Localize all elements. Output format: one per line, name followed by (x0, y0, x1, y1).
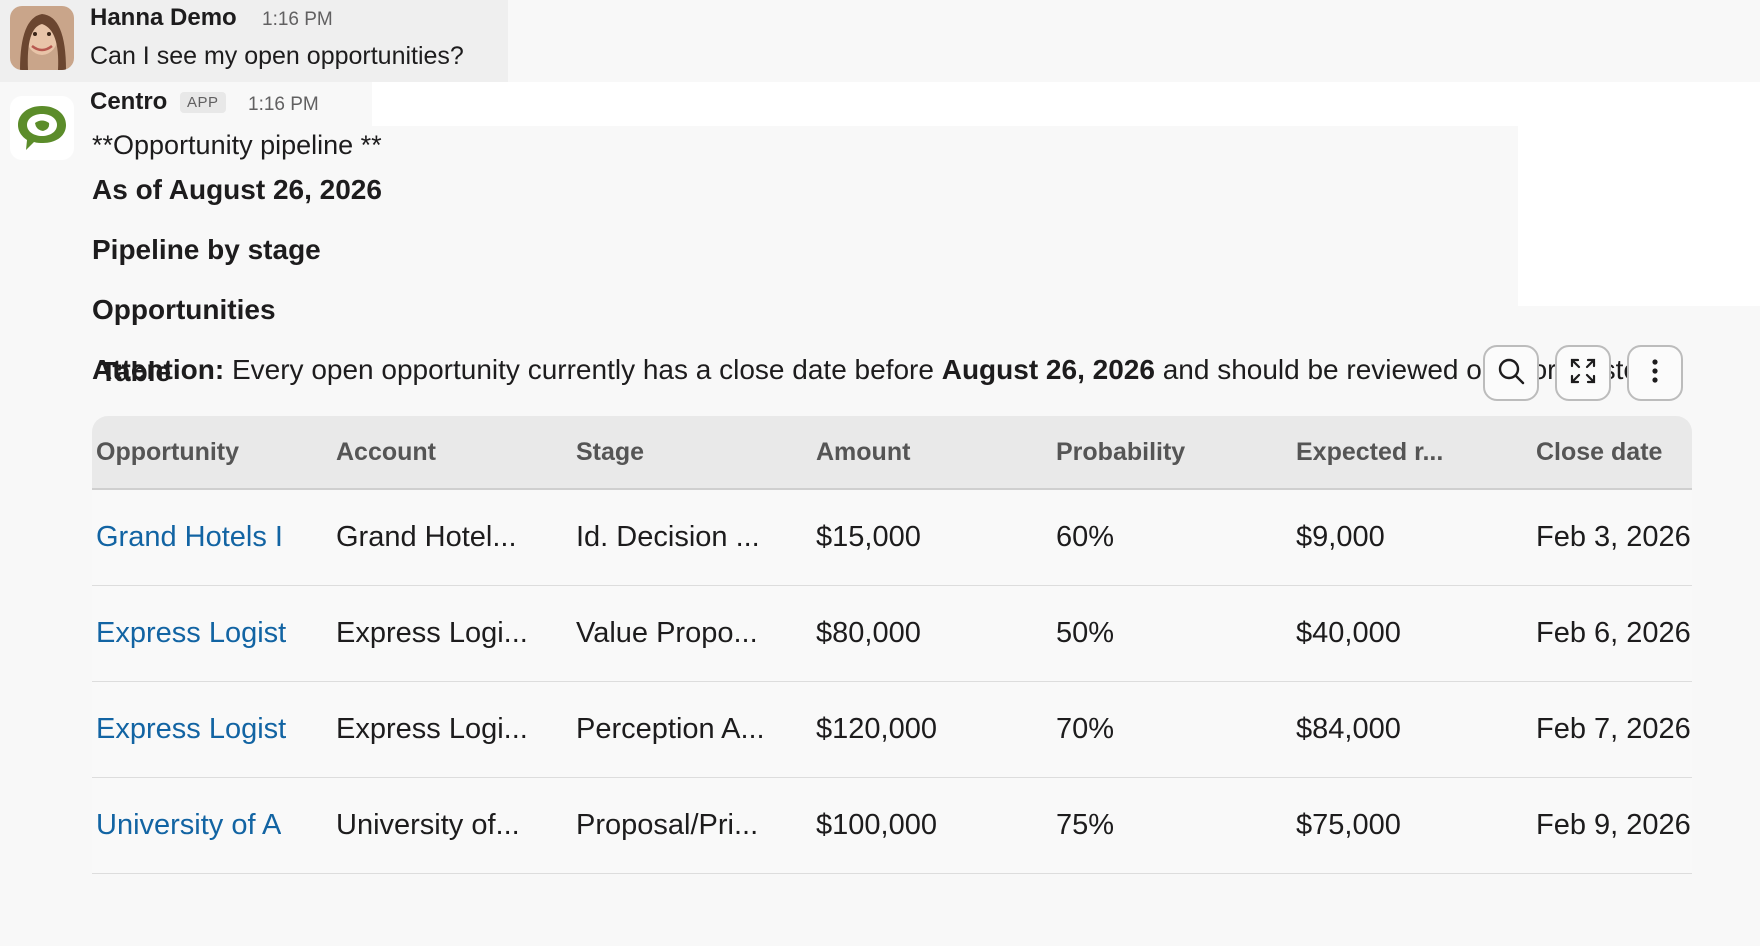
probability-cell: 75% (1056, 809, 1115, 841)
opportunity-link[interactable]: Express Logisti (96, 713, 286, 746)
table-row: Grand Hotels I Grand Hotel... Id. Decisi… (92, 490, 1692, 586)
table-title: Table (100, 356, 172, 387)
attention-note: Attention: Every open opportunity curren… (92, 354, 1662, 386)
heading-raw: **Opportunity pipeline ** (92, 130, 382, 160)
close-date-cell: Feb 9, 2026 (1536, 809, 1691, 841)
probability-cell: 60% (1056, 521, 1115, 553)
account-cell: Express Logi... (336, 713, 528, 745)
stage-cell: Perception A... (576, 713, 765, 745)
app-badge: APP (180, 92, 226, 113)
opportunity-link[interactable]: Express Logisti (96, 617, 286, 650)
close-date-cell: Feb 6, 2026 (1536, 617, 1691, 649)
account-cell: Grand Hotel... (336, 521, 517, 553)
table-row: Express Logisti Express Logi... Value Pr… (92, 586, 1692, 682)
opportunity-link[interactable]: University of A (96, 809, 281, 842)
opportunity-link[interactable]: Grand Hotels I (96, 521, 283, 554)
close-date-cell: Feb 7, 2026 (1536, 713, 1691, 745)
column-header-amount[interactable]: Amount (812, 438, 1052, 467)
attention-text-1: Every open opportunity currently has a c… (224, 354, 942, 385)
table-row: Express Logisti Express Logi... Percepti… (92, 682, 1692, 778)
probability-cell: 50% (1056, 617, 1115, 649)
expand-icon (1568, 356, 1598, 391)
column-header-close-date[interactable]: Close date (1532, 438, 1692, 467)
bot-name[interactable]: Centro (90, 88, 167, 116)
table-row: University of A University of... Proposa… (92, 778, 1692, 874)
close-date-cell: Feb 3, 2026 (1536, 521, 1691, 553)
user-avatar[interactable] (10, 6, 74, 70)
user-message-text: Can I see my open opportunities? (90, 42, 464, 70)
stage-cell: Value Propo... (576, 617, 758, 649)
column-header-stage[interactable]: Stage (572, 438, 812, 467)
attention-date: August 26, 2026 (941, 354, 1155, 385)
probability-cell: 70% (1056, 713, 1115, 745)
column-header-account[interactable]: Account (332, 438, 572, 467)
amount-cell: $120,000 (816, 713, 937, 745)
expected-revenue-cell: $75,000 (1296, 809, 1401, 841)
search-icon (1496, 356, 1526, 391)
centro-logo-icon[interactable] (10, 96, 74, 160)
table-header: Opportunity Account Stage Amount Probabi… (92, 416, 1692, 490)
section-pipeline-by-stage: Pipeline by stage (92, 234, 321, 265)
table-expand-button[interactable] (1555, 345, 1611, 401)
stage-cell: Proposal/Pri... (576, 809, 759, 841)
expected-revenue-cell: $9,000 (1296, 521, 1385, 553)
as-of-date: As of August 26, 2026 (92, 174, 382, 205)
table-more-button[interactable] (1627, 345, 1683, 401)
amount-cell: $100,000 (816, 809, 937, 841)
table-search-button[interactable] (1483, 345, 1539, 401)
column-header-opportunity[interactable]: Opportunity (92, 438, 332, 467)
account-cell: Express Logi... (336, 617, 528, 649)
expected-revenue-cell: $84,000 (1296, 713, 1401, 745)
column-header-probability[interactable]: Probability (1052, 438, 1292, 467)
account-cell: University of... (336, 809, 520, 841)
more-vertical-icon (1640, 356, 1670, 391)
amount-cell: $80,000 (816, 617, 921, 649)
column-header-expected-revenue[interactable]: Expected r... (1292, 438, 1532, 467)
chat-view: Hanna Demo 1:16 PM Can I see my open opp… (0, 0, 1760, 946)
expected-revenue-cell: $40,000 (1296, 617, 1401, 649)
amount-cell: $15,000 (816, 521, 921, 553)
stage-cell: Id. Decision ... (576, 521, 760, 553)
user-name[interactable]: Hanna Demo (90, 4, 237, 32)
user-timestamp[interactable]: 1:16 PM (262, 9, 333, 31)
bot-timestamp[interactable]: 1:16 PM (248, 94, 319, 116)
opportunities-table: Opportunity Account Stage Amount Probabi… (92, 416, 1692, 874)
user-message: Hanna Demo 1:16 PM Can I see my open opp… (0, 0, 508, 82)
section-opportunities: Opportunities (92, 294, 276, 325)
